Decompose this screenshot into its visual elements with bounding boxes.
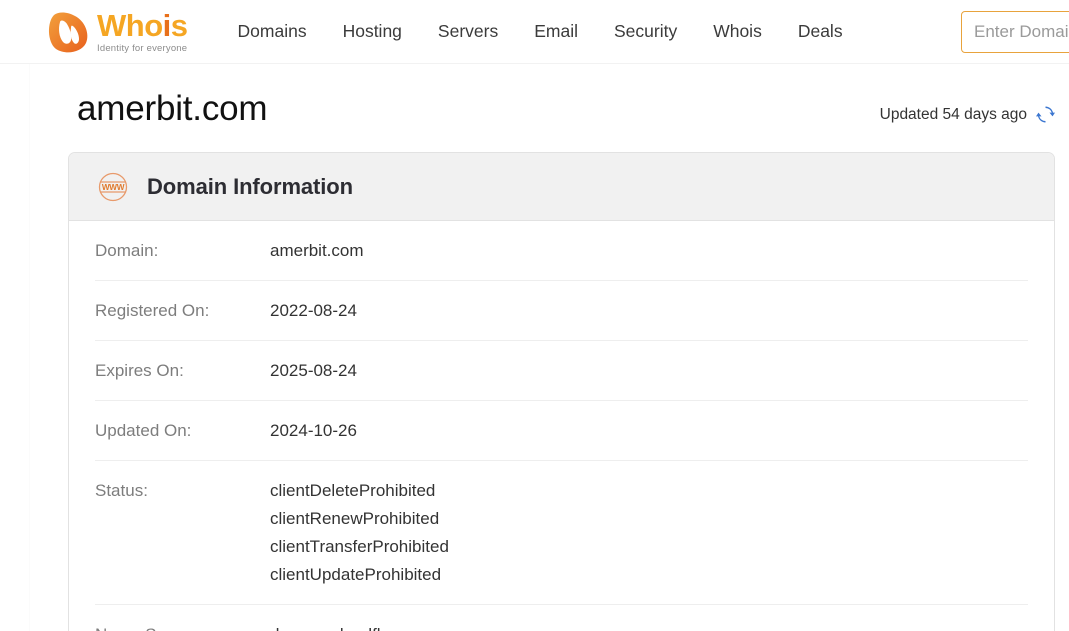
value-line: dora.ns.cloudflare.com — [270, 621, 442, 631]
card-header: WWW Domain Information — [69, 153, 1054, 221]
row-label: Status: — [95, 481, 148, 501]
row-value: 2022-08-24 — [270, 297, 357, 325]
value-line: 2024-10-26 — [270, 421, 357, 441]
page-content: amerbit.com Updated 54 days ago WWW Doma… — [0, 64, 1069, 631]
last-updated-status: Updated 54 days ago — [880, 105, 1055, 130]
nav-item-servers[interactable]: Servers — [438, 21, 498, 42]
svg-text:WWW: WWW — [102, 183, 125, 192]
whois-swoosh-logo-icon — [45, 9, 91, 55]
row-label: Updated On: — [95, 421, 192, 441]
card-body: Domain: amerbit.com Registered On: 2022-… — [69, 221, 1054, 631]
row-label: Name Servers: — [95, 621, 270, 631]
nav-item-email[interactable]: Email — [534, 21, 578, 42]
nav-item-security[interactable]: Security — [614, 21, 677, 42]
refresh-icon[interactable] — [1036, 105, 1055, 124]
brand-logo-link[interactable]: Whois Identity for everyone — [45, 9, 188, 55]
main-nav-links: Domains Hosting Servers Email Security W… — [238, 21, 843, 42]
value-line: clientDeleteProhibited — [270, 481, 436, 501]
table-row: Registered On: 2022-08-24 — [95, 281, 1028, 342]
www-globe-icon: WWW — [95, 169, 131, 205]
search-input[interactable] — [961, 11, 1069, 53]
value-line: clientUpdateProhibited — [270, 565, 442, 585]
nav-item-hosting[interactable]: Hosting — [343, 21, 402, 42]
value-line: clientRenewProhibited — [270, 509, 440, 529]
row-label: Registered On: — [95, 301, 210, 321]
row-value: 2024-10-26 — [270, 417, 357, 445]
table-row: Domain: amerbit.com — [95, 221, 1028, 282]
row-value: amerbit.com — [270, 237, 364, 265]
nav-item-domains[interactable]: Domains — [238, 21, 307, 42]
row-value: clientDeleteProhibited clientRenewProhib… — [270, 477, 449, 589]
domain-search-container — [961, 11, 1069, 53]
table-row: Status: clientDeleteProhibited clientRen… — [95, 461, 1028, 606]
table-row: Expires On: 2025-08-24 — [95, 341, 1028, 402]
left-gutter-rule — [29, 64, 30, 631]
table-row: Updated On: 2024-10-26 — [95, 401, 1028, 462]
domain-information-card: WWW Domain Information Domain: amerbit.c… — [68, 152, 1055, 631]
value-line: amerbit.com — [270, 241, 364, 260]
card-title: Domain Information — [147, 173, 353, 199]
brand-tagline: Identity for everyone — [97, 42, 188, 54]
page-title: amerbit.com — [77, 89, 268, 128]
nav-item-whois[interactable]: Whois — [713, 21, 762, 42]
table-row: Name Servers: dora.ns.cloudflare.com jac… — [95, 605, 1028, 631]
top-navigation-bar: Whois Identity for everyone Domains Host… — [0, 0, 1069, 64]
value-line: 2022-08-24 — [270, 301, 357, 321]
brand-text: Whois Identity for everyone — [97, 7, 188, 54]
row-label: Expires On: — [95, 361, 184, 381]
row-value: dora.ns.cloudflare.com jack.ns.cloudflar… — [270, 621, 442, 631]
last-updated-label: Updated 54 days ago — [879, 105, 1027, 123]
nav-item-deals[interactable]: Deals — [798, 21, 843, 42]
value-line: clientTransferProhibited — [270, 537, 449, 557]
brand-name: Whois — [97, 7, 188, 43]
value-line: 2025-08-24 — [270, 361, 357, 381]
row-label: Domain: — [95, 241, 159, 260]
row-value: 2025-08-24 — [270, 357, 357, 385]
page-header: amerbit.com Updated 54 days ago — [0, 64, 1069, 130]
